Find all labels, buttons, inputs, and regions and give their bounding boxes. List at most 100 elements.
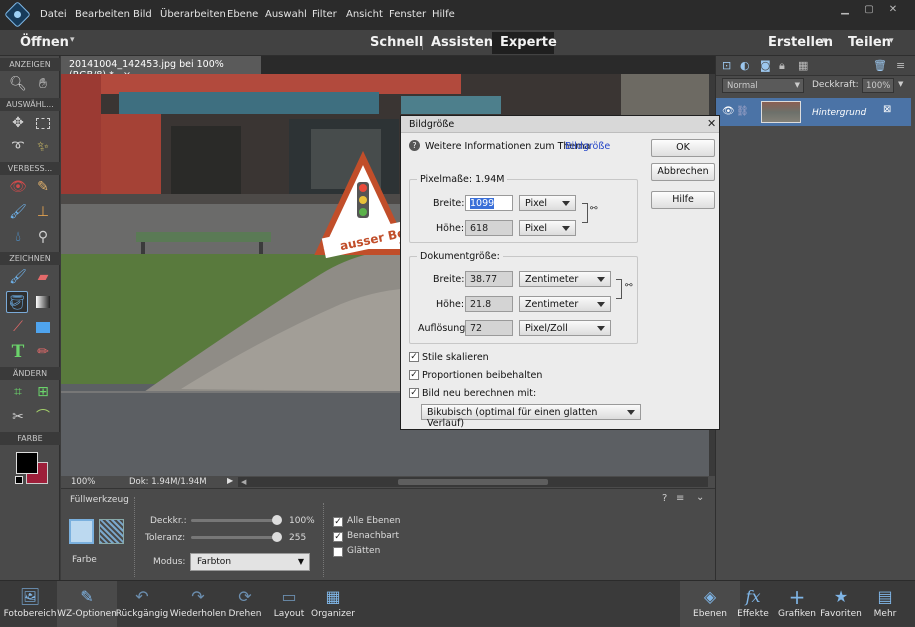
- layer-visibility-eye-icon[interactable]: 👁︎: [722, 106, 735, 117]
- marquee-tool-icon[interactable]: [32, 112, 54, 134]
- opacity-slider-handle[interactable]: [272, 515, 282, 525]
- height-unit-select[interactable]: Pixel: [519, 220, 576, 236]
- constrain-proportions-checkbox[interactable]: ✓: [409, 370, 419, 380]
- menu-ebene[interactable]: Ebene: [227, 9, 258, 20]
- tool-options-button[interactable]: ✎ WZ-Optionen: [57, 581, 117, 627]
- healing-brush-tool-icon[interactable]: ✎: [32, 176, 54, 198]
- fill-color-mode-icon[interactable]: [69, 519, 94, 544]
- cancel-button[interactable]: Abbrechen: [651, 163, 715, 181]
- open-dropdown-icon[interactable]: ▾: [70, 35, 75, 45]
- photo-bin-button[interactable]: 🖼︎ Fotobereich: [0, 581, 60, 627]
- width-input[interactable]: 1099: [465, 195, 513, 211]
- red-eye-tool-icon[interactable]: 👁︎: [7, 176, 29, 198]
- organizer-button[interactable]: ▦ Organizer: [303, 581, 363, 627]
- anti-alias-checkbox[interactable]: [333, 547, 343, 557]
- resolution-input[interactable]: 72: [465, 320, 513, 336]
- layer-name[interactable]: Hintergrund: [812, 108, 866, 118]
- create-dropdown-icon[interactable]: ▾: [822, 36, 827, 46]
- minimize-icon[interactable]: ▁: [838, 4, 852, 16]
- eyedropper-tool-icon[interactable]: ⟋: [7, 316, 29, 338]
- menu-bild[interactable]: Bild: [133, 9, 152, 20]
- gradient-tool-icon[interactable]: [32, 291, 54, 313]
- opacity-value[interactable]: 100%: [289, 516, 315, 526]
- share-button[interactable]: Teilen: [848, 35, 891, 50]
- magic-wand-tool-icon[interactable]: ✨︎: [32, 136, 54, 158]
- sponge-tool-icon[interactable]: ⚲: [32, 226, 54, 248]
- more-button[interactable]: ▤ Mehr: [855, 581, 915, 627]
- lasso-tool-icon[interactable]: ➰︎: [7, 136, 29, 158]
- layer-opacity-arrow-icon[interactable]: ▼: [898, 80, 903, 88]
- help-icon[interactable]: ?: [662, 493, 667, 504]
- collapse-options-icon[interactable]: ⌄: [696, 492, 704, 503]
- mode-select[interactable]: Farbton ▼: [190, 553, 310, 571]
- horizontal-scrollbar[interactable]: ◀: [238, 477, 708, 487]
- pencil-tool-icon[interactable]: ✏︎: [32, 341, 54, 363]
- clone-stamp-tool-icon[interactable]: ⊥: [32, 201, 54, 223]
- width-unit-select[interactable]: Pixel: [519, 195, 576, 211]
- contiguous-checkbox[interactable]: ✓: [333, 532, 343, 542]
- doc-height-input[interactable]: 21.8: [465, 296, 513, 312]
- scale-styles-checkbox[interactable]: ✓: [409, 352, 419, 362]
- opacity-slider-track[interactable]: [191, 519, 277, 522]
- help-button[interactable]: Hilfe: [651, 191, 715, 209]
- undo-button[interactable]: ↶ Rückgängig: [112, 581, 172, 627]
- layer-opacity-field[interactable]: 100%: [862, 78, 894, 93]
- tolerance-slider-track[interactable]: [191, 536, 277, 539]
- menu-datei[interactable]: Datei: [40, 9, 67, 20]
- document-tab[interactable]: 20141004_142453.jpg bei 100% (RGB/8) * ×: [61, 56, 261, 81]
- height-input[interactable]: 618: [465, 220, 513, 236]
- menu-bearbeiten[interactable]: Bearbeiten: [75, 9, 130, 20]
- crop-tool-icon[interactable]: ⌗: [7, 381, 29, 403]
- tolerance-value[interactable]: 255: [289, 533, 306, 543]
- zoom-tool-icon[interactable]: 🔍︎: [7, 73, 29, 95]
- paint-bucket-tool-icon[interactable]: 🪣︎: [6, 291, 28, 313]
- zoom-level[interactable]: 100%: [71, 477, 95, 487]
- layer-mask-icon[interactable]: ◙: [760, 59, 771, 72]
- shape-tool-icon[interactable]: [32, 316, 54, 338]
- resample-checkbox[interactable]: ✓: [409, 388, 419, 398]
- layers-menu-icon[interactable]: ≡: [896, 59, 905, 72]
- all-layers-checkbox[interactable]: ✓: [333, 517, 343, 527]
- new-layer-icon[interactable]: ⊡: [722, 59, 731, 72]
- options-menu-icon[interactable]: ≡: [676, 493, 684, 504]
- lock-transparency-icon[interactable]: ▦: [798, 59, 808, 72]
- delete-layer-icon[interactable]: 🗑︎: [873, 59, 887, 72]
- hand-tool-icon[interactable]: ✋︎: [32, 73, 54, 95]
- foreground-color-swatch[interactable]: [16, 452, 38, 474]
- maximize-icon[interactable]: ▢: [862, 4, 876, 16]
- doc-width-input[interactable]: 38.77: [465, 271, 513, 287]
- recompose-tool-icon[interactable]: ⊞: [32, 381, 54, 403]
- tab-experte[interactable]: Experte: [500, 35, 557, 50]
- menu-ueberarbeiten[interactable]: Überarbeiten: [160, 9, 226, 20]
- close-window-icon[interactable]: ✕: [886, 4, 900, 16]
- open-button[interactable]: Öffnen: [20, 35, 69, 50]
- status-menu-arrow-icon[interactable]: ▶: [227, 476, 233, 485]
- tab-schnell[interactable]: Schnell: [370, 35, 423, 50]
- blend-mode-select[interactable]: Normal ▼: [722, 78, 804, 93]
- resample-method-select[interactable]: Bikubisch (optimal für einen glatten Ver…: [421, 404, 641, 429]
- menu-filter[interactable]: Filter: [312, 9, 337, 20]
- dialog-titlebar[interactable]: Bildgröße: [401, 116, 719, 133]
- layer-lock-icon[interactable]: ⊠: [883, 104, 891, 115]
- tolerance-slider-handle[interactable]: [272, 532, 282, 542]
- fill-pattern-mode-icon[interactable]: [99, 519, 124, 544]
- brush-tool-icon[interactable]: 🖌︎: [7, 266, 29, 288]
- lock-all-icon[interactable]: 🔒︎: [779, 59, 785, 73]
- share-dropdown-icon[interactable]: ▾: [889, 36, 894, 46]
- menu-auswahl[interactable]: Auswahl: [265, 9, 307, 20]
- doc-height-unit-select[interactable]: Zentimeter: [519, 296, 611, 312]
- dialog-close-icon[interactable]: ✕: [707, 117, 716, 130]
- content-aware-move-icon[interactable]: ✂︎: [7, 406, 29, 428]
- menu-hilfe[interactable]: Hilfe: [432, 9, 455, 20]
- move-tool-icon[interactable]: ✥: [7, 112, 29, 134]
- menu-ansicht[interactable]: Ansicht: [346, 9, 383, 20]
- smart-brush-tool-icon[interactable]: 🖌︎: [7, 201, 29, 223]
- type-tool-icon[interactable]: T: [7, 341, 29, 363]
- menu-fenster[interactable]: Fenster: [389, 9, 426, 20]
- horizontal-scroll-thumb[interactable]: [398, 479, 548, 485]
- tab-assistent[interactable]: Assistent: [431, 35, 499, 50]
- scroll-left-icon[interactable]: ◀: [241, 478, 246, 486]
- doc-width-unit-select[interactable]: Zentimeter: [519, 271, 611, 287]
- info-link[interactable]: Bildgröße: [565, 141, 610, 152]
- default-colors-icon[interactable]: [15, 476, 23, 484]
